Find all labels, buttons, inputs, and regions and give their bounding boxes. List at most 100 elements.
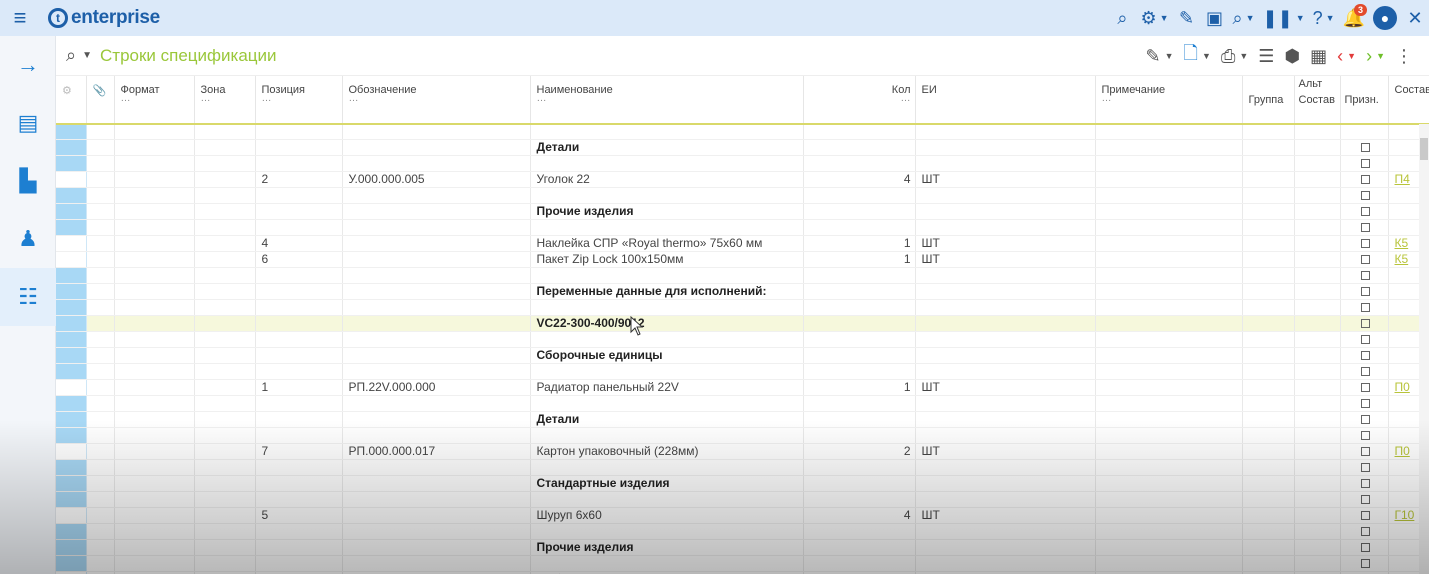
more-vertical-icon[interactable]: ⋮: [1391, 46, 1417, 67]
table-row[interactable]: [56, 267, 1429, 284]
notifications-button[interactable]: 🔔 3: [1339, 0, 1369, 36]
alt-group-cell[interactable]: [1242, 539, 1295, 556]
position-cell[interactable]: 2: [255, 171, 343, 188]
sign-checkbox[interactable]: [1360, 399, 1370, 409]
alt-group-cell[interactable]: [1242, 491, 1295, 508]
sign-checkbox[interactable]: [1360, 223, 1370, 233]
unit-cell[interactable]: ШТ: [915, 171, 1096, 188]
alt-composition-cell[interactable]: [1294, 331, 1341, 348]
alt-composition-cell[interactable]: [1294, 219, 1341, 236]
row-selector[interactable]: [56, 203, 87, 220]
sign-cell[interactable]: [1340, 363, 1389, 380]
format-cell[interactable]: [114, 251, 195, 268]
designation-cell[interactable]: [342, 331, 531, 348]
note-cell[interactable]: [1095, 187, 1243, 204]
sign-checkbox[interactable]: [1360, 207, 1370, 217]
format-cell[interactable]: [114, 235, 195, 252]
position-cell[interactable]: [255, 299, 343, 316]
file-icon[interactable]: ▙: [0, 152, 56, 210]
zone-cell[interactable]: [194, 139, 256, 156]
note-cell[interactable]: [1095, 331, 1243, 348]
alt-group-cell[interactable]: [1242, 555, 1295, 572]
table-row[interactable]: Переменные данные для исполнений:: [56, 283, 1429, 300]
sign-cell[interactable]: [1340, 427, 1389, 444]
position-cell[interactable]: [255, 427, 343, 444]
designation-cell[interactable]: [342, 124, 531, 140]
row-selector[interactable]: [56, 187, 87, 204]
position-cell[interactable]: 7: [255, 443, 343, 460]
name-cell[interactable]: Шуруп 6х60: [530, 507, 804, 524]
qty-cell[interactable]: [803, 124, 916, 140]
zone-cell[interactable]: [194, 347, 256, 364]
sign-checkbox[interactable]: [1360, 543, 1370, 553]
row-selector[interactable]: [56, 427, 87, 444]
alt-group-cell[interactable]: [1242, 203, 1295, 220]
sign-cell[interactable]: [1340, 283, 1389, 300]
unit-cell[interactable]: [915, 187, 1096, 204]
attachment-cell[interactable]: [86, 459, 115, 476]
designation-cell[interactable]: [342, 187, 531, 204]
sign-checkbox[interactable]: [1360, 143, 1370, 153]
attachment-cell[interactable]: [86, 171, 115, 188]
tree-structure-icon[interactable]: ☷: [0, 268, 56, 326]
format-cell[interactable]: [114, 379, 195, 396]
alt-group-cell[interactable]: [1242, 315, 1295, 332]
alt-composition-cell[interactable]: [1294, 283, 1341, 300]
qty-cell[interactable]: 4: [803, 171, 916, 188]
qty-cell[interactable]: 1: [803, 251, 916, 268]
qty-cell[interactable]: [803, 299, 916, 316]
format-cell[interactable]: [114, 507, 195, 524]
name-cell[interactable]: Наклейка СПР «Royal thermo» 75x60 мм: [530, 235, 804, 252]
zone-cell[interactable]: [194, 283, 256, 300]
zone-cell[interactable]: [194, 171, 256, 188]
position-cell[interactable]: [255, 555, 343, 572]
sign-cell[interactable]: [1340, 315, 1389, 332]
name-cell[interactable]: Стандартные изделия: [530, 475, 804, 492]
position-cell[interactable]: 5: [255, 507, 343, 524]
designation-cell[interactable]: [342, 155, 531, 172]
table-row[interactable]: [56, 299, 1429, 316]
edit-icon[interactable]: ✎: [1173, 0, 1201, 36]
alt-composition-cell[interactable]: [1294, 539, 1341, 556]
note-cell[interactable]: [1095, 219, 1243, 236]
note-cell[interactable]: [1095, 171, 1243, 188]
alt-group-cell[interactable]: [1242, 395, 1295, 412]
note-cell[interactable]: [1095, 475, 1243, 492]
sign-checkbox[interactable]: [1360, 159, 1370, 169]
note-cell[interactable]: [1095, 283, 1243, 300]
attachment-cell[interactable]: [86, 379, 115, 396]
position-cell[interactable]: [255, 347, 343, 364]
unit-cell[interactable]: [915, 219, 1096, 236]
note-cell[interactable]: [1095, 315, 1243, 332]
row-selector[interactable]: [56, 411, 87, 428]
zone-cell[interactable]: [194, 187, 256, 204]
note-cell[interactable]: [1095, 523, 1243, 540]
table-row[interactable]: [56, 459, 1429, 476]
row-selector[interactable]: [56, 539, 87, 556]
designation-cell[interactable]: [342, 299, 531, 316]
attachment-cell[interactable]: [86, 124, 115, 140]
name-cell[interactable]: [530, 395, 804, 412]
name-cell[interactable]: Прочие изделия: [530, 203, 804, 220]
edit-menu[interactable]: ✎ ▼: [1142, 46, 1178, 67]
position-cell[interactable]: 1: [255, 379, 343, 396]
sign-checkbox[interactable]: [1360, 319, 1370, 329]
sign-checkbox[interactable]: [1360, 415, 1370, 425]
col-qty[interactable]: Кол…: [803, 76, 916, 125]
format-cell[interactable]: [114, 283, 195, 300]
sign-cell[interactable]: [1340, 139, 1389, 156]
format-cell[interactable]: [114, 155, 195, 172]
attachment-cell[interactable]: [86, 267, 115, 284]
table-row[interactable]: Детали: [56, 139, 1429, 156]
sign-cell[interactable]: [1340, 555, 1389, 572]
table-row[interactable]: Прочие изделия: [56, 539, 1429, 556]
sign-cell[interactable]: [1340, 235, 1389, 252]
format-cell[interactable]: [114, 347, 195, 364]
unit-cell[interactable]: [915, 267, 1096, 284]
designation-cell[interactable]: [342, 363, 531, 380]
designation-cell[interactable]: [342, 267, 531, 284]
unit-cell[interactable]: [915, 395, 1096, 412]
scrollbar-thumb[interactable]: [1420, 138, 1428, 160]
unit-cell[interactable]: [915, 155, 1096, 172]
sign-checkbox[interactable]: [1360, 527, 1370, 537]
